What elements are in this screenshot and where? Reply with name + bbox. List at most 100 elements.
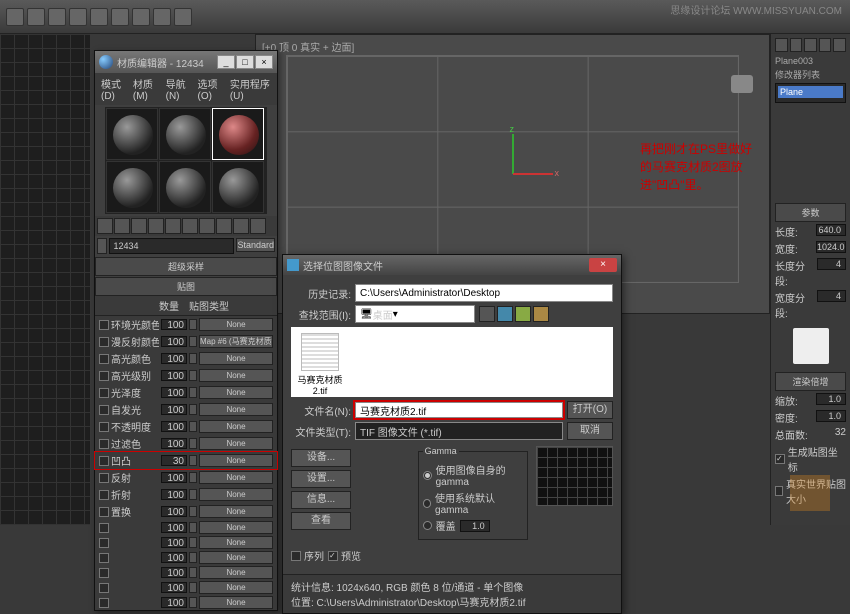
map-amount[interactable]: 100 [161, 370, 187, 381]
info-button[interactable]: 信息... [291, 491, 351, 509]
viewcube[interactable] [731, 75, 753, 93]
length-spinner[interactable]: 640.0 [816, 224, 846, 236]
material-slot[interactable] [106, 108, 158, 160]
tool-icon[interactable] [69, 8, 87, 26]
map-button[interactable]: None [199, 454, 273, 467]
map-checkbox[interactable] [99, 439, 109, 449]
material-slot[interactable] [159, 161, 211, 213]
map-amount[interactable]: 100 [161, 597, 187, 608]
tool-icon[interactable] [153, 8, 171, 26]
map-button[interactable]: None [199, 420, 273, 433]
file-dialog-titlebar[interactable]: 选择位图图像文件 × [283, 255, 621, 275]
map-checkbox[interactable] [99, 405, 109, 415]
density-spinner[interactable]: 1.0 [816, 410, 846, 422]
mat-tool[interactable] [131, 218, 147, 234]
wseg-spinner[interactable]: 4 [817, 290, 846, 302]
map-amount[interactable]: 100 [161, 522, 187, 533]
spinner[interactable] [189, 472, 197, 483]
tool-icon[interactable] [6, 8, 24, 26]
map-amount[interactable]: 100 [161, 582, 187, 593]
file-list[interactable]: 马赛克材质2.tif [291, 327, 613, 397]
spinner[interactable] [189, 597, 197, 608]
map-amount[interactable]: 100 [161, 387, 187, 398]
maximize-button[interactable]: □ [236, 55, 254, 69]
map-button[interactable]: None [199, 403, 273, 416]
map-amount[interactable]: 100 [161, 552, 187, 563]
material-slot-selected[interactable] [212, 108, 264, 160]
map-amount[interactable]: 100 [161, 438, 187, 449]
preview-checkbox[interactable] [328, 551, 338, 561]
cancel-button[interactable]: 取消 [567, 422, 613, 440]
mat-tool[interactable] [165, 218, 181, 234]
modifier-stack[interactable]: Plane [775, 83, 846, 103]
width-spinner[interactable]: 1024.0 [816, 241, 846, 253]
modifier-item[interactable]: Plane [778, 86, 843, 98]
spinner[interactable] [189, 567, 197, 578]
material-editor-titlebar[interactable]: 材质编辑器 - 12434 _ □ × [95, 51, 277, 73]
map-button[interactable]: None [199, 471, 273, 484]
tool-icon[interactable] [48, 8, 66, 26]
viewmode-icon[interactable] [533, 306, 549, 322]
view-button[interactable]: 查看 [291, 512, 351, 530]
create-tab[interactable] [775, 38, 788, 52]
display-tab[interactable] [833, 38, 846, 52]
tool-icon[interactable] [174, 8, 192, 26]
spinner[interactable] [189, 404, 197, 415]
map-amount[interactable]: 100 [161, 319, 187, 330]
material-slot[interactable] [159, 108, 211, 160]
spinner[interactable] [189, 353, 197, 364]
spinner[interactable] [189, 336, 197, 347]
filename-input[interactable] [355, 402, 563, 418]
minimize-button[interactable]: _ [217, 55, 235, 69]
map-checkbox[interactable] [99, 490, 109, 500]
menu-util[interactable]: 实用程序(U) [228, 75, 273, 103]
close-button[interactable]: × [255, 55, 273, 69]
map-button[interactable]: None [199, 551, 273, 564]
map-button[interactable]: None [199, 581, 273, 594]
map-amount[interactable]: 30 [161, 455, 187, 466]
map-amount[interactable]: 100 [161, 336, 187, 347]
sequence-checkbox[interactable] [291, 551, 301, 561]
spinner[interactable] [189, 370, 197, 381]
setup-button[interactable]: 设置... [291, 470, 351, 488]
map-button[interactable]: None [199, 536, 273, 549]
map-checkbox[interactable] [99, 354, 109, 364]
map-checkbox[interactable] [99, 473, 109, 483]
map-checkbox[interactable] [99, 337, 109, 347]
spinner[interactable] [189, 489, 197, 500]
map-amount[interactable]: 100 [161, 472, 187, 483]
map-checkbox[interactable] [99, 456, 109, 466]
mat-tool[interactable] [233, 218, 249, 234]
gamma-sys-radio[interactable] [423, 499, 431, 508]
map-checkbox[interactable] [99, 507, 109, 517]
motion-tab[interactable] [819, 38, 832, 52]
map-button[interactable]: None [199, 488, 273, 501]
map-amount[interactable]: 100 [161, 421, 187, 432]
modify-tab[interactable] [790, 38, 803, 52]
material-slot[interactable] [212, 161, 264, 213]
spinner[interactable] [189, 522, 197, 533]
spinner[interactable] [189, 506, 197, 517]
supersample-rollout[interactable]: 超级采样 [95, 257, 277, 276]
map-button[interactable]: None [199, 437, 273, 450]
map-button[interactable]: None [199, 521, 273, 534]
map-amount[interactable]: 100 [161, 506, 187, 517]
hierarchy-tab[interactable] [804, 38, 817, 52]
map-checkbox[interactable] [99, 320, 109, 330]
map-button[interactable]: Map #6 (马赛克材质1.jpg) [199, 335, 273, 348]
spinner[interactable] [189, 582, 197, 593]
mat-tool[interactable] [250, 218, 266, 234]
map-button[interactable]: None [199, 318, 273, 331]
map-amount[interactable]: 100 [161, 489, 187, 500]
lseg-spinner[interactable]: 4 [817, 258, 846, 270]
menu-mode[interactable]: 模式(D) [99, 75, 129, 103]
scale-spinner[interactable]: 1.0 [816, 393, 846, 405]
spinner[interactable] [189, 387, 197, 398]
menu-material[interactable]: 材质(M) [131, 75, 162, 103]
mat-tool[interactable] [216, 218, 232, 234]
params-rollout[interactable]: 参数 [775, 203, 846, 222]
material-name-input[interactable] [109, 238, 234, 254]
map-amount[interactable]: 100 [161, 537, 187, 548]
tool-icon[interactable] [132, 8, 150, 26]
filetype-combo[interactable]: TIF 图像文件 (*.tif) [355, 422, 563, 440]
